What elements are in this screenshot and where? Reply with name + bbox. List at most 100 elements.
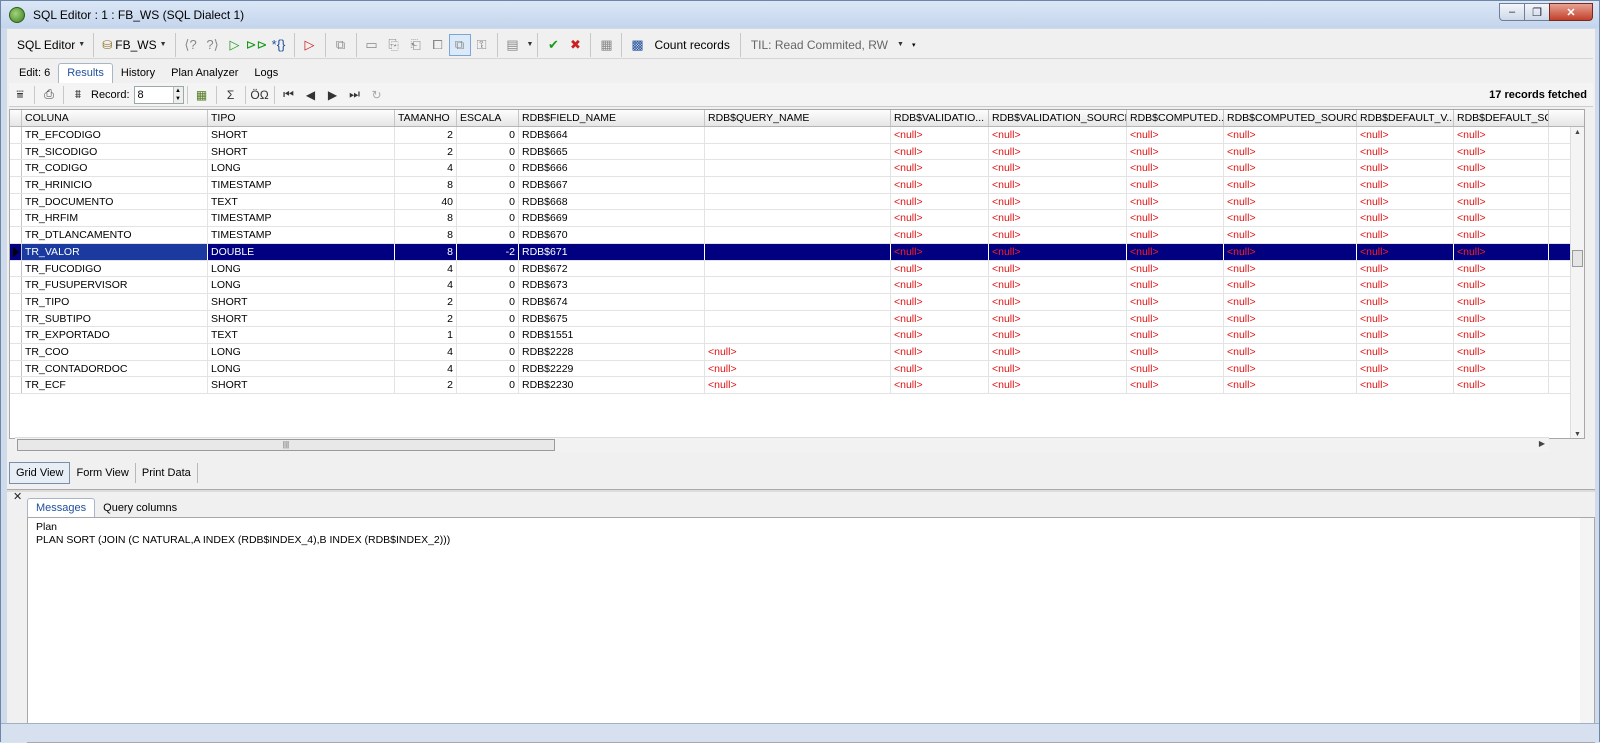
table-cell[interactable]: <null> <box>989 127 1127 143</box>
execute-script-icon[interactable]: ⊳⊳ <box>246 34 268 56</box>
table-cell[interactable]: RDB$672 <box>519 260 705 277</box>
table-cell[interactable]: <null> <box>1224 260 1357 277</box>
tab-results[interactable]: Results <box>58 63 113 83</box>
param-query-icon[interactable]: ⟨? <box>180 34 202 56</box>
table-cell[interactable]: <null> <box>1127 310 1224 327</box>
table-cell[interactable]: <null> <box>1454 127 1549 143</box>
messages-area[interactable]: Plan PLAN SORT (JOIN (C NATURAL,A INDEX … <box>27 517 1595 743</box>
table-cell[interactable]: TR_SICODIGO <box>22 143 208 160</box>
close-messages-icon[interactable]: ✕ <box>13 490 22 503</box>
table-cell[interactable]: <null> <box>1127 260 1224 277</box>
tab-edit[interactable]: Edit: 6 <box>11 64 58 83</box>
column-header[interactable]: RDB$QUERY_NAME <box>705 110 891 126</box>
record-input[interactable]: 8 ▲ ▼ <box>133 85 184 104</box>
table-cell[interactable]: <null> <box>1224 160 1357 177</box>
table-icon[interactable]: ▦ <box>595 34 617 56</box>
table-cell[interactable]: <null> <box>1127 177 1224 193</box>
column-header[interactable]: RDB$COMPUTED... <box>1127 110 1224 126</box>
table-row[interactable]: TR_CONTADORDOC LONG 4 0 RDB$2229 <null> <null>… <box>10 360 1584 378</box>
paste-icon[interactable]: ⎗ <box>405 34 427 56</box>
table-cell[interactable]: SHORT <box>208 127 395 143</box>
table-cell[interactable]: <null> <box>1224 310 1357 327</box>
table-cell[interactable]: <null> <box>1454 360 1549 377</box>
table-cell[interactable]: 0 <box>457 327 519 343</box>
table-cell[interactable]: 1 <box>395 327 457 343</box>
table-cell[interactable]: <null> <box>891 177 989 193</box>
first-record-icon[interactable]: ⏮ <box>278 85 300 105</box>
table-row[interactable]: TR_TIPO SHORT 2 0 RDB$674 <null> <null> <null> <… <box>10 293 1584 311</box>
table-cell[interactable]: <null> <box>1357 377 1454 393</box>
table-cell[interactable]: <null> <box>989 343 1127 360</box>
table-row[interactable]: TR_SUBTIPO SHORT 2 0 RDB$675 <null> <null> <nul… <box>10 310 1584 328</box>
table-cell[interactable]: <null> <box>1454 310 1549 327</box>
table-cell[interactable]: TR_EXPORTADO <box>22 327 208 343</box>
charset-icon[interactable]: ÖΩ <box>249 85 271 105</box>
execute-icon[interactable]: ▷ <box>224 34 246 56</box>
table-cell[interactable] <box>705 310 891 327</box>
table-cell[interactable]: <null> <box>891 160 989 177</box>
close-button[interactable]: ✕ <box>1549 3 1593 21</box>
table-row[interactable]: TR_HRFIM TIMESTAMP 8 0 RDB$669 <null> <null> <n… <box>10 210 1584 228</box>
table-cell[interactable]: <null> <box>891 327 989 343</box>
tab-form-view[interactable]: Form View <box>70 463 136 483</box>
table-cell[interactable]: <null> <box>1127 377 1224 393</box>
table-cell[interactable]: <null> <box>989 193 1127 210</box>
table-cell[interactable]: <null> <box>1357 127 1454 143</box>
table-cell[interactable]: RDB$2229 <box>519 360 705 377</box>
table-cell[interactable]: <null> <box>989 243 1127 260</box>
column-header[interactable]: RDB$COMPUTED_SOURCE <box>1224 110 1357 126</box>
table-cell[interactable]: <null> <box>891 210 989 227</box>
table-cell[interactable]: <null> <box>1224 243 1357 260</box>
table-cell[interactable]: <null> <box>891 310 989 327</box>
table-cell[interactable]: TR_TIPO <box>22 293 208 310</box>
table-cell[interactable]: <null> <box>989 260 1127 277</box>
table-cell[interactable]: RDB$666 <box>519 160 705 177</box>
table-cell[interactable]: TR_VALOR <box>22 243 208 260</box>
table-cell[interactable] <box>705 127 891 143</box>
minimize-button[interactable]: – <box>1499 3 1525 21</box>
table-cell[interactable]: 2 <box>395 127 457 143</box>
table-cell[interactable]: SHORT <box>208 143 395 160</box>
table-cell[interactable] <box>705 327 891 343</box>
table-cell[interactable]: RDB$669 <box>519 210 705 227</box>
table-cell[interactable]: 8 <box>395 177 457 193</box>
table-cell[interactable]: <null> <box>989 160 1127 177</box>
column-header[interactable]: RDB$VALIDATIO... <box>891 110 989 126</box>
table-cell[interactable]: <null> <box>989 327 1127 343</box>
database-dropdown[interactable]: ⛁ FB_WS ▼ <box>98 34 170 56</box>
column-header[interactable]: ESCALA <box>457 110 519 126</box>
table-cell[interactable]: <null> <box>1357 193 1454 210</box>
table-cell[interactable]: <null> <box>1357 310 1454 327</box>
table-cell[interactable]: <null> <box>1127 360 1224 377</box>
horizontal-scroll-thumb[interactable]: ||| <box>17 439 555 451</box>
table-cell[interactable]: <null> <box>1454 260 1549 277</box>
table-cell[interactable]: LONG <box>208 160 395 177</box>
refresh-icon[interactable]: ↻ <box>366 85 388 105</box>
table-cell[interactable] <box>705 243 891 260</box>
til-dropdown[interactable]: TIL: Read Commited, RW <box>745 38 894 52</box>
results-grid[interactable]: COLUNA TIPO TAMANHO ESCALA RDB$FIELD_NAME RDB… <box>9 109 1585 439</box>
table-cell[interactable]: <null> <box>1357 210 1454 227</box>
table-cell[interactable]: <null> <box>1357 327 1454 343</box>
table-cell[interactable]: <null> <box>1127 193 1224 210</box>
export-icon[interactable]: ⎙ <box>38 85 60 105</box>
tab-print-data[interactable]: Print Data <box>136 463 198 483</box>
tab-grid-view[interactable]: Grid View <box>9 462 71 484</box>
count-records-button[interactable]: Count records <box>648 38 735 52</box>
table-cell[interactable]: <null> <box>891 193 989 210</box>
table-cell[interactable]: RDB$2228 <box>519 343 705 360</box>
table-cell[interactable]: <null> <box>1127 160 1224 177</box>
table-cell[interactable]: <null> <box>1127 227 1224 243</box>
table-cell[interactable]: <null> <box>1127 210 1224 227</box>
grid-settings-icon[interactable]: ▦ <box>191 85 213 105</box>
table-cell[interactable]: 0 <box>457 360 519 377</box>
lock-icon[interactable]: ⚿ <box>471 34 493 56</box>
table-cell[interactable]: TR_SUBTIPO <box>22 310 208 327</box>
table-row[interactable]: TR_FUCODIGO LONG 4 0 RDB$672 <null> <null> <nul… <box>10 260 1584 278</box>
table-cell[interactable]: LONG <box>208 260 395 277</box>
table-cell[interactable]: 8 <box>395 210 457 227</box>
copy-icon[interactable]: ⎘ <box>383 34 405 56</box>
table-cell[interactable]: <null> <box>1127 277 1224 293</box>
table-cell[interactable]: <null> <box>891 277 989 293</box>
table-cell[interactable] <box>705 210 891 227</box>
